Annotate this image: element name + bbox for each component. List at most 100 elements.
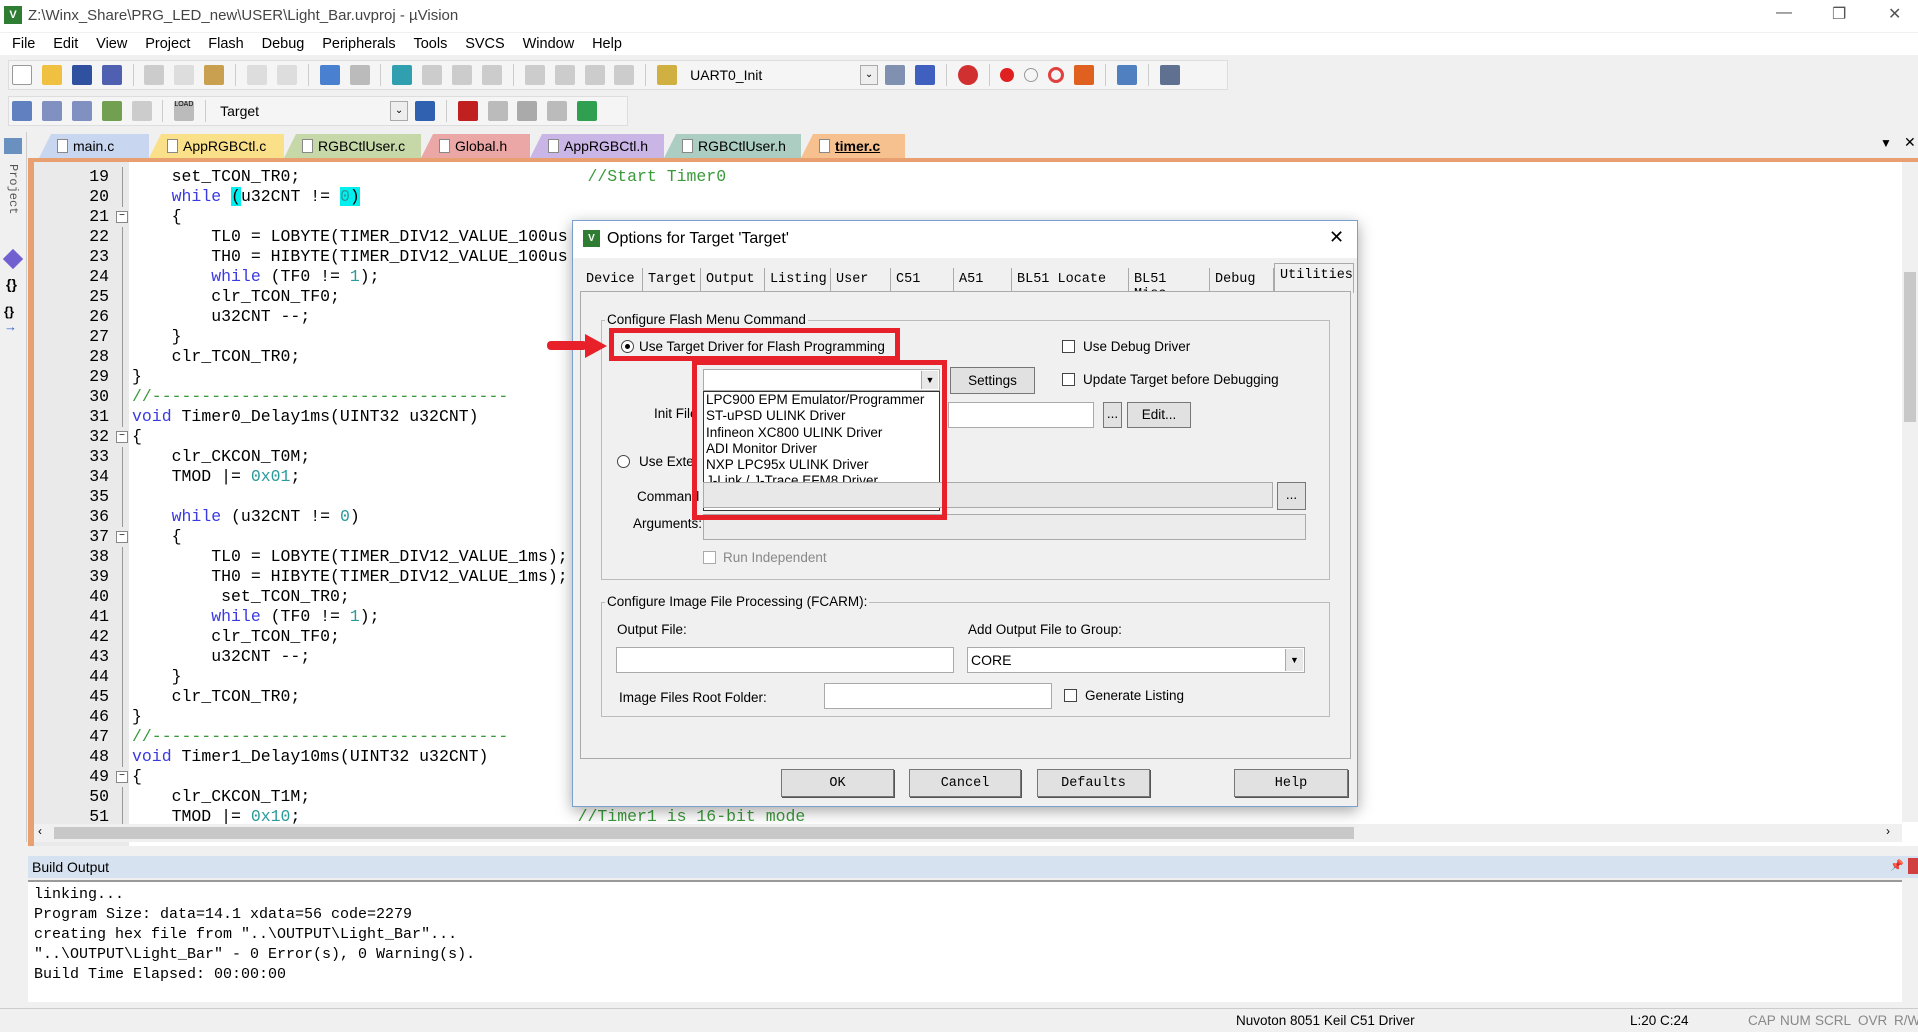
nav-forward-icon[interactable] [349,65,370,85]
debug-session-icon[interactable] [957,65,978,85]
init-file-input[interactable] [948,402,1094,428]
disable-breakpoint-icon[interactable] [1024,68,1039,82]
software-packs-icon[interactable] [577,101,598,121]
rebuild-icon[interactable] [71,101,92,121]
close-panel-icon[interactable] [1908,858,1918,874]
menu-view[interactable]: View [96,33,127,52]
run-independent-checkbox[interactable] [703,551,716,564]
bookmark-icon[interactable] [392,65,413,85]
maximize-button[interactable]: ❐ [1832,4,1846,24]
unindent-icon[interactable] [554,65,575,85]
dialog-tab-utilities[interactable]: Utilities [1274,263,1354,293]
functions-icon[interactable]: {} [6,276,17,292]
books-icon[interactable] [2,248,24,270]
output-group-select[interactable]: CORE ▼ [967,647,1305,673]
dialog-tab-a51[interactable]: A51 [954,268,1012,293]
fold-toggle-icon[interactable]: − [116,211,128,223]
clear-bookmarks-icon[interactable] [482,65,503,85]
tab-main-c[interactable]: main.c [39,134,149,158]
dialog-tab-output[interactable]: Output [701,268,765,293]
translate-icon[interactable] [12,101,32,121]
close-tab-icon[interactable]: ✕ [1904,134,1916,151]
next-bookmark-icon[interactable] [452,65,473,85]
save-icon[interactable] [71,65,92,85]
options-for-target-icon[interactable] [414,101,435,121]
menu-edit[interactable]: Edit [53,33,78,52]
dialog-tab-user[interactable]: User [831,268,891,293]
target-combo[interactable]: Target [220,103,380,119]
function-combo-dropdown[interactable]: ⌄ [860,65,879,85]
find-in-files-icon[interactable] [657,65,678,85]
pin-icon[interactable]: 📌 [1890,859,1904,872]
new-file-icon[interactable] [12,65,32,85]
menu-svcs[interactable]: SVCS [465,33,505,52]
dialog-close-button[interactable]: ✕ [1329,227,1344,248]
defaults-button[interactable]: Defaults [1037,769,1150,797]
build-icon[interactable] [41,101,62,121]
use-external-tool-radio[interactable] [617,455,630,468]
target-combo-dropdown[interactable]: ⌄ [390,101,409,121]
cancel-button[interactable]: Cancel [909,769,1021,797]
dialog-tab-debug[interactable]: Debug [1210,268,1274,293]
download-icon[interactable]: LOAD [174,101,195,121]
prev-bookmark-icon[interactable] [422,65,443,85]
paste-icon[interactable] [204,65,225,85]
menu-debug[interactable]: Debug [262,33,305,52]
update-target-checkbox[interactable] [1062,373,1075,386]
output-file-input[interactable] [616,647,954,673]
templates-icon[interactable]: {}→ [4,304,26,334]
configure-icon[interactable] [1159,65,1180,85]
build-output-panel[interactable]: linking... Program Size: data=14.1 xdata=… [28,880,1902,1002]
uncomment-icon[interactable] [614,65,635,85]
menu-flash[interactable]: Flash [208,33,243,52]
minimize-button[interactable]: — [1776,4,1792,22]
fold-toggle-icon[interactable]: − [116,531,128,543]
tab-timer-c[interactable]: timer.c [801,134,905,158]
dialog-tab-bl51-misc[interactable]: BL51 Misc [1129,268,1210,302]
kill-breakpoints-icon[interactable] [1048,67,1065,83]
cut-icon[interactable] [144,65,165,85]
menu-peripherals[interactable]: Peripherals [322,33,395,52]
breakpoint-icon[interactable] [1000,68,1015,82]
stop-build-icon[interactable] [131,101,152,121]
function-combo[interactable]: UART0_Init [690,67,850,83]
code-line[interactable]: 19 set_TCON_TR0; //Start Timer0 [34,167,1918,187]
undo-icon[interactable] [247,65,268,85]
tab-rgbctluser-h[interactable]: RGBCtlUser.h [664,134,801,158]
window-layout-icon[interactable] [1116,65,1137,85]
incremental-find-icon[interactable] [914,65,935,85]
code-line[interactable]: 20 while (u32CNT != 0) [34,187,1918,207]
dialog-tab-target[interactable]: Target [643,268,701,293]
editor-vertical-scrollbar[interactable] [1902,162,1918,822]
use-debug-driver-checkbox[interactable] [1062,340,1075,353]
help-button[interactable]: Help [1234,769,1348,797]
tab-apprgbctl-c[interactable]: AppRGBCtl.c [149,134,284,158]
manage-rte-icon[interactable] [517,101,538,121]
tab-list-icon[interactable]: ▼ [1880,136,1892,150]
settings-button[interactable]: Settings [950,367,1035,394]
menu-tools[interactable]: Tools [413,33,447,52]
root-folder-input[interactable] [824,683,1052,709]
dialog-tab-listing[interactable]: Listing [765,268,831,293]
dialog-tab-device[interactable]: Device [581,268,643,293]
project-panel-tab[interactable]: Project [6,164,20,214]
use-external-tool-label[interactable]: Use Exte [639,454,694,469]
redo-icon[interactable] [276,65,297,85]
find-icon[interactable] [884,65,905,85]
tab-rgbctluser-c[interactable]: RGBCtlUser.c [284,134,421,158]
tab-apprgbctl-h[interactable]: AppRGBCtl.h [530,134,664,158]
save-all-icon[interactable] [101,65,122,85]
init-file-browse-button[interactable]: ... [1103,402,1122,428]
open-file-icon[interactable] [41,65,62,85]
menu-file[interactable]: File [12,33,35,52]
generate-listing-checkbox[interactable] [1064,689,1077,702]
tab-global-h[interactable]: Global.h [421,134,530,158]
batch-build-icon[interactable] [101,101,122,121]
dialog-tab-c51[interactable]: C51 [891,268,954,293]
project-window-icon[interactable] [4,138,22,154]
indent-icon[interactable] [524,65,545,85]
debug-options-icon[interactable] [1074,65,1095,85]
command-browse-button[interactable]: ... [1277,482,1306,510]
manage-project-icon[interactable] [457,101,478,121]
dialog-tab-bl51-locate[interactable]: BL51 Locate [1012,268,1129,293]
